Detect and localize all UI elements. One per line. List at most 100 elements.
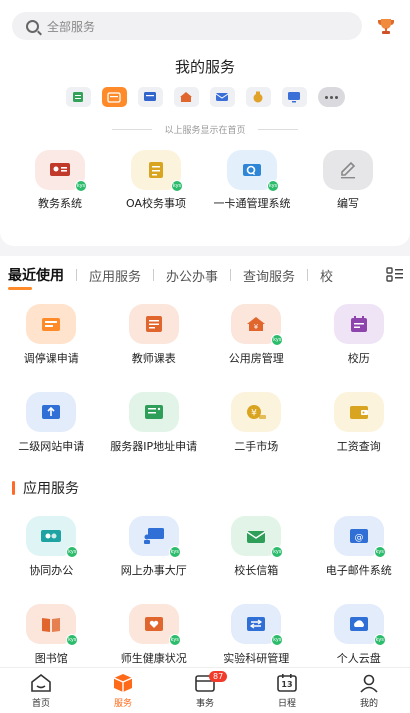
service-label: 个人云盘 [336,652,381,665]
service-label: 师生健康状况 [120,652,187,665]
service-item[interactable]: 校历 [308,294,410,382]
nav-label: 我的 [359,698,378,709]
service-label: 协同办公 [29,564,74,577]
server-icon [128,392,179,432]
service-item[interactable]: ¥ kys 公用房管理 [205,294,308,382]
kys-badge-icon: kys [373,546,386,558]
service-label: 工资查询 [336,440,381,453]
search-placeholder: 全部服务 [47,19,96,34]
tab-2[interactable]: 应用服务 [89,266,141,285]
tab-1[interactable]: 最近使用 [8,265,64,285]
service-label: 二手市场 [234,440,279,453]
pinned-service-3[interactable] [137,87,163,107]
calendar-13-icon: 13 [276,673,298,693]
search-icon [26,19,39,33]
favorite-service-item[interactable]: kys OA校务事项 [108,150,204,211]
reschedule-icon [26,304,77,344]
coin-icon: ¥ [231,392,282,432]
moneybag-icon [251,88,265,107]
divider [257,129,298,130]
kys-badge-icon: kys [66,634,79,646]
svg-text:¥: ¥ [251,409,257,419]
category-menu-icon[interactable] [380,256,410,294]
services-panel: 最近使用 应用服务 办公办事 查询服务校 调停课申请 教师课表 ¥ kys 公用房管理 校历 二级… [0,256,410,676]
pinned-service-6[interactable] [245,87,271,107]
bottom-navigation: 首页 服务 事务 87 13 日程 我的 [0,667,410,713]
my-services-title: 我的服务 [174,58,235,76]
service-item[interactable]: ¥ 二手市场 [205,382,308,470]
kys-badge-icon: kys [168,634,181,646]
kys-badge-icon: kys [75,180,87,192]
favorite-services: kys 教务系统 kys OA校务事项 kys 一卡通管理系统 编写 [12,150,398,211]
tab-separator [76,269,77,281]
service-item[interactable]: @ kys 电子邮件系统 [308,506,410,594]
mail-icon [215,88,229,107]
favorite-service-item[interactable]: kys 教务系统 [12,150,108,211]
service-item[interactable]: 教师课表 [103,294,206,382]
service-item[interactable]: 工资查询 [308,382,410,470]
favorite-service-label: 教务系统 [38,197,82,210]
nav-home[interactable]: 首页 [0,668,82,713]
favorite-service-item[interactable]: kys 一卡通管理系统 [204,150,300,211]
service-item[interactable]: 服务器IP地址申请 [103,382,206,470]
service-label: 教师课表 [131,352,176,365]
service-item[interactable]: kys 校长信箱 [205,506,308,594]
service-label: 校长信箱 [234,564,279,577]
pinned-service-7[interactable] [281,87,307,107]
service-label: 调停课申请 [23,352,79,365]
nav-label: 事务 [195,698,214,709]
service-item[interactable]: kys 协同办公 [0,506,103,594]
pinned-service-2[interactable] [101,87,127,107]
favorite-service-label: OA校务事项 [126,197,186,210]
tab-separator [230,269,232,281]
kys-badge-icon: kys [267,180,279,192]
pinned-service-1[interactable] [65,87,91,107]
kys-badge-icon: kys [271,334,284,346]
kys-badge-icon: kys [171,180,183,192]
pinned-service-4[interactable] [173,87,199,107]
cloud-icon: kys [333,604,386,646]
nav-inbox[interactable]: 事务 87 [164,668,246,713]
checklist-icon: kys [131,150,183,192]
house-icon [179,88,193,107]
tab-separator [307,269,309,281]
board-icon [143,88,157,107]
nav-profile[interactable]: 我的 [328,668,410,713]
service-item[interactable]: kys 网上办事大厅 [103,506,206,594]
calendar-day: 13 [281,679,293,689]
envelope-icon: kys [231,516,284,558]
book-icon: kys [26,604,79,646]
home-display-note: 以上服务显示在首页 [12,123,398,136]
nav-cube[interactable]: 服务 [82,668,164,713]
wallet-icon [333,392,384,432]
tab-4[interactable]: 查询服务 [243,266,295,285]
service-item[interactable]: 调停课申请 [0,294,103,382]
heart-icon: kys [128,604,181,646]
service-label: 电子邮件系统 [325,564,392,577]
nav-label: 首页 [31,698,50,709]
service-item[interactable]: 二级网站申请 [0,382,103,470]
card-icon: kys [227,150,279,192]
section-title: 应用服务 [23,481,79,497]
kys-badge-icon: kys [271,634,284,646]
search-input[interactable]: 全部服务 [12,12,362,40]
calendar-icon [333,304,384,344]
email-icon: @ kys [333,516,386,558]
tab-5[interactable]: 校 [320,266,333,285]
calendar-icon [107,88,121,107]
recent-services-grid: 调停课申请 教师课表 ¥ kys 公用房管理 校历二级网站申请 服务器IP地址申请 ¥ 二手市场… [0,294,410,470]
kys-badge-icon: kys [66,546,79,558]
edit-icon [323,150,373,190]
more-icon[interactable] [317,87,345,107]
service-label: 图书馆 [34,652,68,665]
nav-calendar-13[interactable]: 13 日程 [246,668,328,713]
tab-3[interactable]: 办公办事 [166,266,218,285]
trophy-icon[interactable] [374,14,398,38]
pinned-service-5[interactable] [209,87,235,107]
home-icon [30,673,52,693]
favorite-service-item[interactable]: 编写 [300,150,396,211]
divider [112,129,153,130]
unread-count-badge: 87 [209,671,228,682]
cube-icon [112,673,134,693]
app-services-heading: 应用服务 [0,470,410,506]
